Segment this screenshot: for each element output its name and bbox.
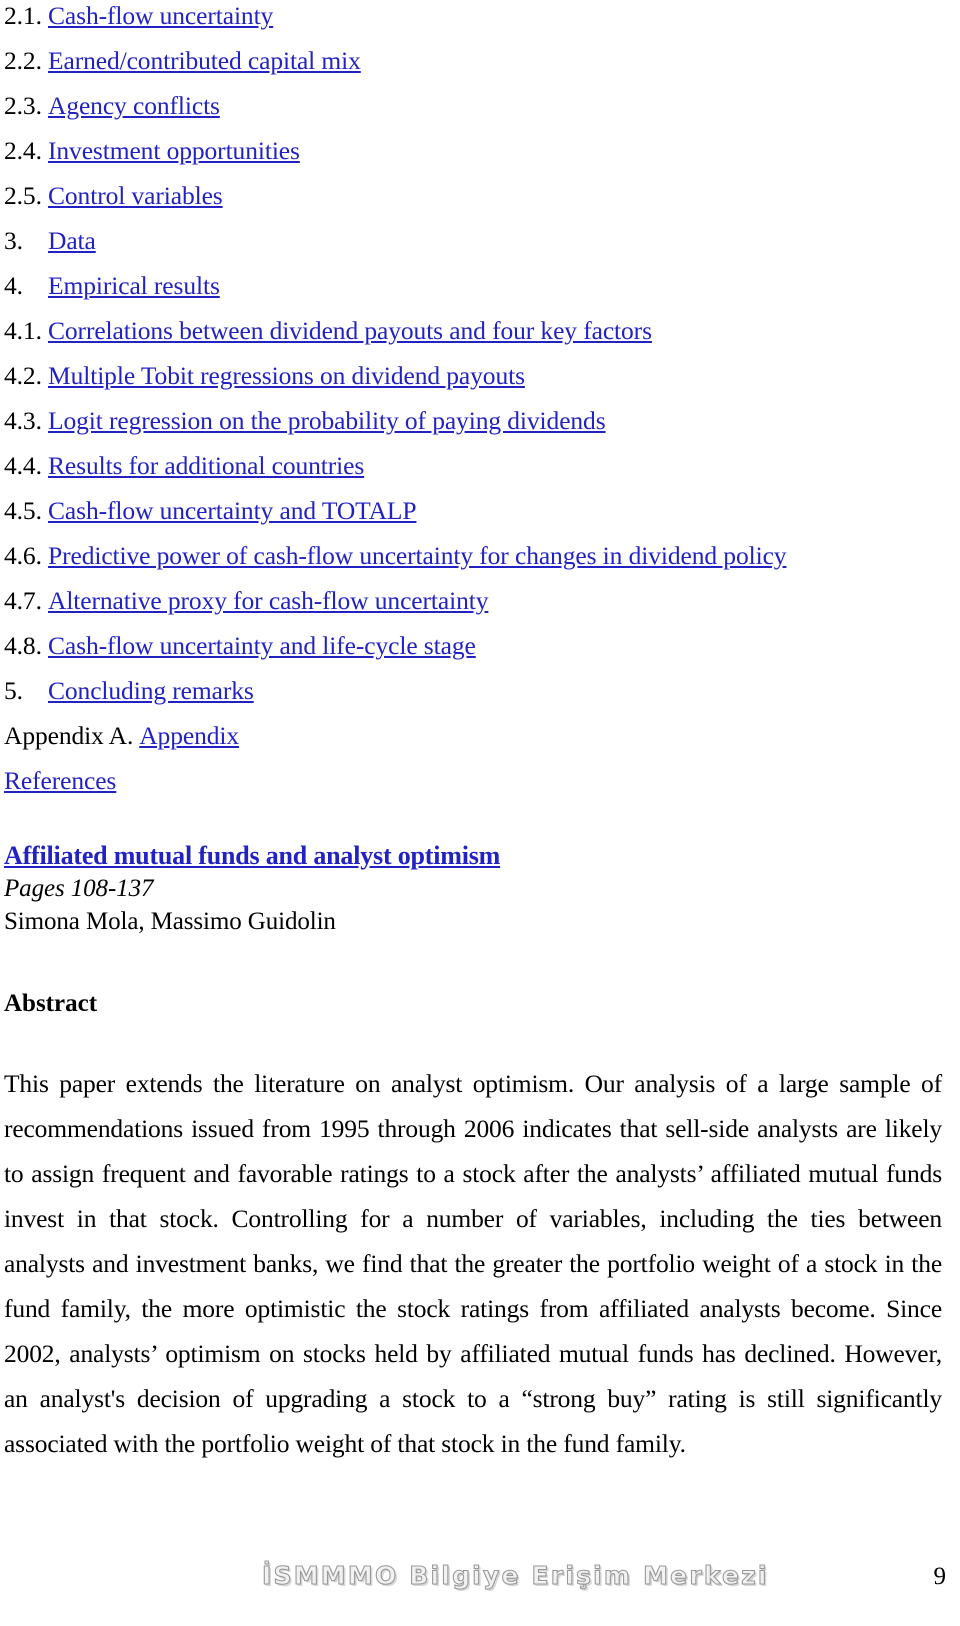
library-watermark: İSMMMO Bilgiye Erişim Merkezi [261,1560,769,1590]
toc-item[interactable]: 4.2. Multiple Tobit regressions on divide… [4,353,946,398]
toc-item-number: 2.3. [4,91,42,120]
toc-item-number: 2.5. [4,181,42,210]
toc-item-link[interactable]: Correlations between dividend payouts an… [48,316,652,345]
toc-item-link[interactable]: Results for additional countries [48,451,364,480]
toc-item[interactable]: 4. Empirical results [4,263,946,308]
toc-item-number: 2.1. [4,1,42,30]
document-page: 2.1. Cash-flow uncertainty 2.2. Earned/con… [0,0,960,1619]
toc-item-number: Appendix A. [4,721,134,750]
toc-item[interactable]: 2.3. Agency conflicts [4,83,946,128]
toc-item-link[interactable]: References [4,766,116,795]
toc-item-appendix[interactable]: Appendix A. Appendix [4,713,946,758]
toc-item[interactable]: 2.4. Investment opportunities [4,128,946,173]
toc-item[interactable]: 4.8. Cash-flow uncertainty and life-cycle… [4,623,946,668]
page-number: 9 [933,1563,947,1590]
toc-item-number: 4.1. [4,316,42,345]
toc-item-link[interactable]: Cash-flow uncertainty [48,1,273,30]
toc-item-link[interactable]: Cash-flow uncertainty and TOTALP [48,496,417,525]
toc-item[interactable]: 4.5. Cash-flow uncertainty and TOTALP [4,488,946,533]
toc-item[interactable]: 2.5. Control variables [4,173,946,218]
toc-item[interactable]: 4.7. Alternative proxy for cash-flow unce… [4,578,946,623]
page-footer: İSMMMO Bilgiye Erişim Merkezi 9 [0,1560,960,1601]
article-authors: Simona Mola, Massimo Guidolin [4,908,336,935]
toc-item-link[interactable]: Concluding remarks [48,676,254,705]
toc-item-link[interactable]: Earned/contributed capital mix [48,46,361,75]
toc-item[interactable]: 2.1. Cash-flow uncertainty [4,0,946,38]
toc-item-number: 4.5. [4,496,42,525]
abstract-body: This paper extends the literature on ana… [4,1069,942,1458]
toc-item-number: 4.6. [4,541,42,570]
toc-item[interactable]: 2.2. Earned/contributed capital mix [4,38,946,83]
toc-item-number: 2.4. [4,136,42,165]
toc-item[interactable]: 4.1. Correlations between dividend payout… [4,308,946,353]
toc-item-number: 4.8. [4,631,42,660]
toc-item[interactable]: 4.3. Logit regression on the probability … [4,398,946,443]
toc-item-number: 4.2. [4,361,42,390]
toc-item-link[interactable]: Logit regression on the probability of p… [48,406,606,435]
toc-item-link[interactable]: Agency conflicts [48,91,220,120]
toc-item-link[interactable]: Appendix [139,721,239,750]
abstract-heading: Abstract [4,990,98,1017]
toc-item-link[interactable]: Multiple Tobit regressions on dividend p… [48,361,525,390]
toc-item-number: 4.4. [4,451,42,480]
toc-item-number: 5. [4,676,23,705]
toc-item-number: 4.3. [4,406,42,435]
toc-item-link[interactable]: Control variables [48,181,223,210]
toc-item-link[interactable]: Predictive power of cash-flow uncertaint… [48,541,787,570]
toc-item-number: 4.7. [4,586,42,615]
article-entry: Affiliated mutual funds and analyst opti… [4,839,946,1466]
toc-item[interactable]: 4.6. Predictive power of cash-flow uncert… [4,533,946,578]
toc-item[interactable]: 3. Data [4,218,946,263]
table-of-contents: 2.1. Cash-flow uncertainty 2.2. Earned/con… [4,0,946,803]
toc-item-number: 4. [4,271,23,300]
toc-item-link[interactable]: Cash-flow uncertainty and life-cycle sta… [48,631,476,660]
toc-item[interactable]: 5. Concluding remarks [4,668,946,713]
toc-item-number: 3. [4,226,23,255]
toc-item-link[interactable]: Data [48,226,96,255]
toc-item-number: 2.2. [4,46,42,75]
article-pages: Pages 108-137 [4,875,154,902]
toc-item-link[interactable]: Alternative proxy for cash-flow uncertai… [48,586,488,615]
article-title-link[interactable]: Affiliated mutual funds and analyst opti… [4,839,946,873]
toc-item-link[interactable]: Empirical results [48,271,220,300]
toc-item-references[interactable]: References [4,758,946,803]
toc-item-link[interactable]: Investment opportunities [48,136,300,165]
toc-item[interactable]: 4.4. Results for additional countries [4,443,946,488]
